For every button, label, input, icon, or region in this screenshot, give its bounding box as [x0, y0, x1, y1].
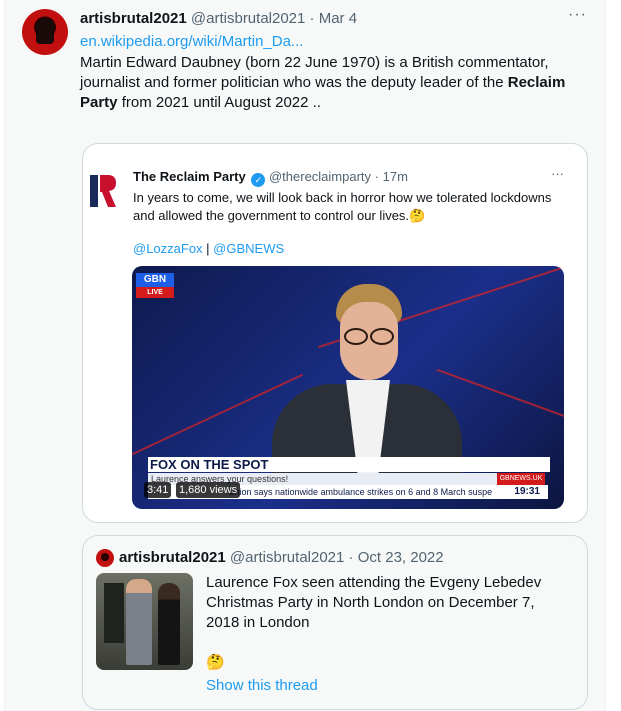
reclaim-party-logo-icon[interactable] [90, 175, 116, 207]
tweet-text-bold-reclaim: Reclaim [507, 74, 566, 91]
thinking-face-icon: 🤔 [206, 654, 225, 671]
thread-tweet-photo[interactable] [96, 573, 193, 670]
quoted-tweet-time[interactable]: 17m [383, 169, 408, 184]
gbn-logo-text: GBN [136, 273, 174, 287]
quoted-author-handle[interactable]: @thereclaimparty [269, 169, 371, 184]
wikipedia-link[interactable]: en.wikipedia.org/wiki/Martin_Da... [80, 32, 303, 52]
video-player[interactable]: GBN LIVE FOX ON THE SPOT Laurence answer… [132, 266, 564, 509]
verified-badge-icon: ✓ [251, 173, 266, 187]
live-badge: LIVE [136, 287, 174, 298]
tweet-text-part1: Martin Edward Daubney (born 22 June 1970… [80, 54, 549, 91]
quoted-tweet-text: In years to come, we will look back in h… [133, 190, 552, 223]
author-name[interactable]: artisbrutal2021 [80, 10, 187, 27]
quoted-tweet-card[interactable]: The Reclaim Party ✓ @thereclaimparty · 1… [82, 143, 588, 523]
mentions: @LozzaFox | @GBNEWS [133, 240, 284, 258]
thread-tweet-text: Laurence Fox seen attending the Evgeny L… [206, 574, 542, 631]
gbn-logo: GBN LIVE [136, 273, 178, 299]
quoted-more-options-icon[interactable]: ··· [551, 166, 564, 181]
tweet-text-bold-party: Party [80, 94, 118, 111]
show-thread-link[interactable]: Show this thread [206, 676, 318, 696]
lower-third-title: FOX ON THE SPOT [148, 457, 550, 472]
quoted-tweet-header: The Reclaim Party ✓ @thereclaimparty · 1… [133, 169, 408, 187]
separator-dot: · [348, 549, 354, 566]
channel-site: GBNEWS.UK [497, 473, 545, 485]
video-views: 1,680 views [176, 482, 241, 498]
tweet-text: Martin Edward Daubney (born 22 June 1970… [80, 53, 595, 113]
thread-tweet-date[interactable]: Oct 23, 2022 [358, 549, 444, 566]
thread-tweet-header: artisbrutal2021 @artisbrutal2021 · Oct 2… [119, 549, 444, 567]
mention-lozzafox[interactable]: @LozzaFox [133, 241, 203, 256]
quoted-author-name[interactable]: The Reclaim Party [133, 169, 246, 184]
ticker-text: Union says nationwide ambulance strikes … [228, 487, 493, 497]
thread-author-handle[interactable]: @artisbrutal2021 [230, 549, 344, 566]
tweet-date[interactable]: Mar 4 [319, 10, 357, 27]
tweet-header: artisbrutal2021 @artisbrutal2021 · Mar 4 [80, 10, 357, 28]
ticker-time: 19:31 [514, 486, 540, 497]
thread-quoted-tweet-card[interactable]: artisbrutal2021 @artisbrutal2021 · Oct 2… [82, 535, 588, 710]
author-handle[interactable]: @artisbrutal2021 [191, 10, 305, 27]
separator-dot: · [374, 169, 380, 184]
separator-dot: · [309, 10, 315, 27]
mention-gbnews[interactable]: @GBNEWS [213, 241, 284, 256]
video-duration: 3:41 [144, 482, 172, 498]
thread-author-name[interactable]: artisbrutal2021 [119, 549, 226, 566]
video-presenter [262, 284, 462, 484]
thread-author-avatar[interactable] [96, 549, 114, 567]
mention-separator: | [202, 241, 214, 256]
tweet-text-part2: from 2021 until August 2022 .. [117, 94, 321, 111]
author-avatar[interactable] [22, 9, 68, 55]
more-options-icon[interactable]: ··· [568, 6, 587, 24]
